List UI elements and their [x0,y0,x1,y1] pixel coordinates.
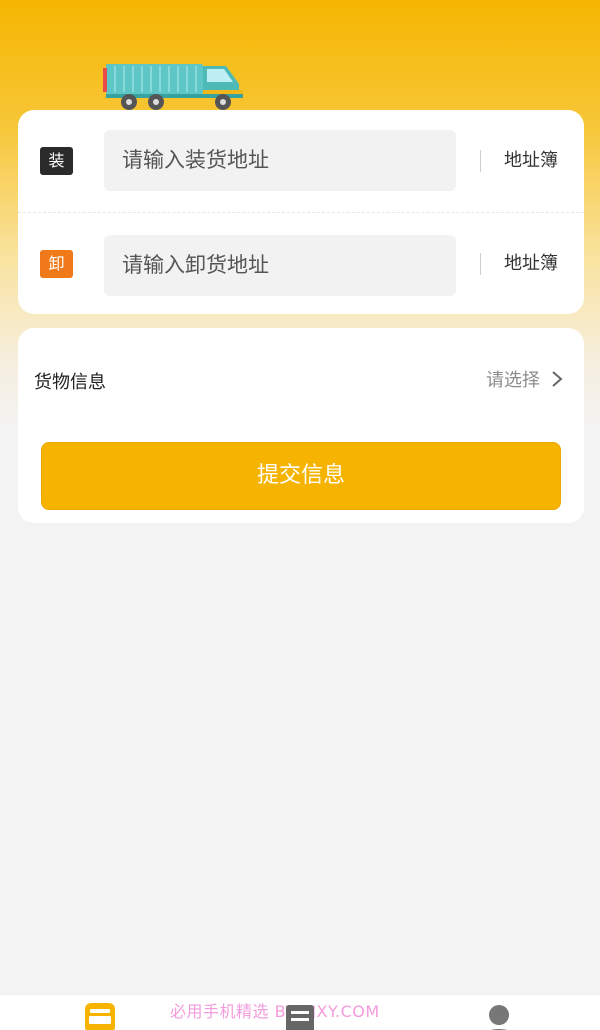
load-address-input[interactable]: 请输入装货地址 [104,130,456,191]
load-address-placeholder: 请输入装货地址 [122,148,269,172]
goods-select-text: 请选择 [486,370,540,391]
unload-tag: 卸 [40,250,73,278]
chevron-right-icon [552,371,563,387]
bus-icon [85,1003,115,1030]
load-address-book-button[interactable]: 地址簿 [504,148,558,174]
address-card: 装 请输入装货地址 地址簿 卸 请输入卸货地址 地址簿 [18,110,584,314]
bottom-tab-bar: 必用手机精选 BYJSJXY.COM [0,994,600,1030]
list-icon [286,1005,314,1030]
tab-orders[interactable] [284,1001,316,1030]
watermark-text: 必用手机精选 BYJSJXY.COM [170,1002,380,1021]
user-icon [489,1005,509,1030]
load-tag: 装 [40,147,73,175]
goods-info-label: 货物信息 [34,372,106,393]
unload-address-row: 卸 请输入卸货地址 地址簿 [18,212,584,314]
divider [480,150,481,172]
truck-illustration [103,64,243,110]
goods-select[interactable]: 请选择 [486,366,564,392]
unload-address-placeholder: 请输入卸货地址 [122,253,269,277]
unload-address-book-button[interactable]: 地址簿 [504,251,558,277]
tab-profile[interactable] [477,1001,521,1030]
load-address-row: 装 请输入装货地址 地址簿 [18,110,584,212]
tab-home[interactable] [83,1001,117,1030]
unload-address-input[interactable]: 请输入卸货地址 [104,235,456,296]
submit-button[interactable]: 提交信息 [41,442,561,510]
goods-card: 货物信息 请选择 提交信息 [18,328,584,523]
divider [480,253,481,275]
